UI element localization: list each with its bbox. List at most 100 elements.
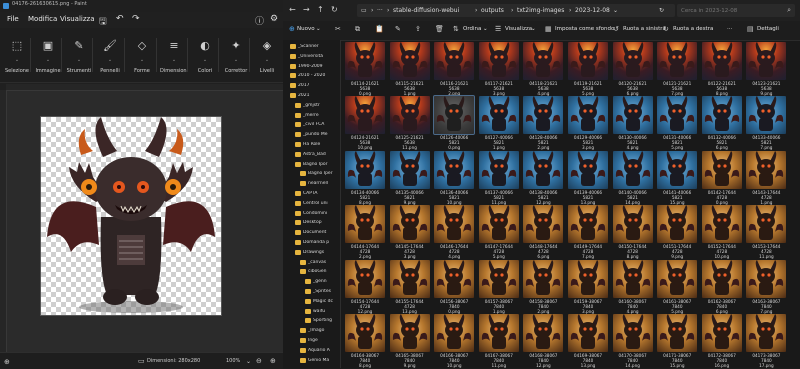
tree-folder-item[interactable]: CAPTA (295, 191, 340, 200)
tree-folder-item[interactable]: ciboGen (300, 269, 340, 278)
info-icon[interactable]: ⓘ (255, 14, 264, 27)
breadcrumb-item[interactable]: stable-diffusion-webui (393, 7, 459, 14)
file-tile[interactable]: 04156-38067 7840 0.png (432, 259, 476, 314)
file-tile[interactable]: 04132-40066 5821 6.png (700, 96, 744, 150)
file-tile[interactable]: 04153-17644 4728 11.png (744, 205, 788, 259)
undo-icon[interactable]: ↶ (116, 14, 124, 24)
tree-folder-item[interactable]: Astra_Bad (295, 151, 340, 161)
file-tile[interactable]: 04123-21621 5638 9.png (744, 42, 788, 96)
sort-dropdown-icon[interactable]: ⌄ (483, 26, 488, 32)
tree-folder-item[interactable]: 2021 (290, 93, 340, 102)
image-canvas[interactable] (40, 116, 222, 316)
ribbon-group-pennelli[interactable]: 🖌 ⌄ Pennelli (93, 28, 127, 82)
tree-folder-item[interactable]: nearrnell (300, 181, 340, 190)
file-tile[interactable]: 04118-21621 5638 4.png (521, 42, 565, 96)
file-tile[interactable]: 04133-40066 5821 7.png (744, 96, 788, 150)
file-tile[interactable]: 04158-38067 7840 2.png (521, 259, 565, 314)
file-tile[interactable]: 04148-17644 4728 6.png (521, 205, 565, 259)
tree-folder-item[interactable]: Bagno Ipor (295, 161, 340, 171)
search-input[interactable] (681, 6, 781, 15)
refresh-icon[interactable]: ↻ (659, 7, 664, 14)
chevron-down-icon[interactable]: ⌄ (250, 57, 284, 63)
rename-icon[interactable]: ✎ (395, 25, 401, 33)
file-tile[interactable]: 04128-40066 5821 2.png (521, 96, 565, 150)
file-tile[interactable]: 04165-38067 7840 9.png (388, 314, 432, 368)
ribbon-group-immagine[interactable]: ▣ ⌄ Immagine (31, 28, 65, 82)
file-tile[interactable]: 04141-40066 5821 15.png (655, 150, 699, 205)
tree-folder-item[interactable]: _Sprites (305, 289, 340, 298)
file-tile[interactable]: 04117-21621 5638 3.png (477, 42, 521, 96)
file-tile[interactable]: 04130-40066 5821 4.png (611, 96, 655, 150)
tree-folder-item[interactable]: _genn (305, 279, 340, 288)
tree-folder-item[interactable]: _Imago (300, 328, 340, 337)
computer-icon[interactable]: ▭ (361, 7, 367, 14)
details-icon[interactable]: ▤ (747, 25, 754, 33)
tree-folder-item[interactable]: Condomini (295, 210, 340, 220)
new-icon[interactable]: ⊕ (289, 25, 295, 33)
file-tile[interactable]: 04154-17644 4728 12.png (343, 259, 387, 314)
file-tile[interactable]: 04131-40066 5821 5.png (655, 96, 699, 150)
file-tile[interactable]: 04135-40066 5821 9.png (388, 150, 432, 205)
zoom-in-icon[interactable]: ⊕ (270, 357, 276, 365)
tree-folder-item[interactable]: Inge (300, 338, 340, 347)
rotate-left-button[interactable]: Ruota a sinistra (623, 26, 666, 32)
tree-folder-item[interactable]: _pundo Me (295, 132, 340, 141)
chevron-down-icon[interactable]: ⌄ (0, 57, 34, 63)
settings-icon[interactable]: ⚙ (270, 14, 278, 24)
zoom-level[interactable]: 100% (226, 358, 240, 364)
file-tile[interactable]: 04168-38067 7840 12.png (521, 314, 565, 368)
set-background-icon[interactable]: ▦ (545, 25, 552, 33)
sort-button[interactable]: Ordina (463, 26, 481, 32)
menu-file[interactable]: File (7, 15, 19, 23)
chevron-down-icon[interactable]: ⌄ (188, 57, 222, 63)
tree-folder-item[interactable]: Centrol uni (295, 200, 340, 210)
tree-folder-item[interactable]: _canvas (300, 259, 340, 269)
file-tile[interactable]: 04161-38067 7840 5.png (655, 259, 699, 314)
tree-folder-item[interactable]: Drawings (295, 249, 340, 259)
file-tile[interactable]: 04144-17644 4728 2.png (343, 205, 387, 259)
file-tile[interactable]: 04120-21621 5638 6.png (611, 42, 655, 96)
chevron-down-icon[interactable]: ⌄ (62, 57, 96, 63)
delete-icon[interactable]: 🗑 (435, 25, 444, 33)
back-icon[interactable]: ← (289, 5, 296, 14)
file-tile[interactable]: 04122-21621 5638 8.png (700, 42, 744, 96)
file-tile[interactable]: 04166-38067 7840 10.png (432, 314, 476, 368)
rotate-left-icon[interactable]: ↺ (613, 25, 619, 33)
breadcrumb-item[interactable]: outputs (481, 7, 504, 14)
tree-folder-item[interactable]: Bagno Iper (300, 171, 340, 180)
chevron-down-icon[interactable]: ⌄ (219, 57, 253, 63)
view-dropdown-icon[interactable]: ⌄ (531, 26, 536, 32)
tree-folder-item[interactable]: Domanda p (295, 240, 340, 249)
tree-folder-item[interactable]: waifu (305, 308, 340, 318)
menu-modifica[interactable]: Modifica (28, 15, 57, 23)
tree-folder-item[interactable]: _civil FCA (295, 122, 340, 131)
file-tile[interactable]: 04146-17644 4728 4.png (432, 205, 476, 259)
ribbon-group-forme[interactable]: ◇ ⌄ Forme (125, 28, 159, 82)
tree-folder-item[interactable]: Genio Ma (300, 357, 340, 367)
tree-folder-item[interactable]: Sporting (305, 318, 340, 327)
zoom-out-icon[interactable]: ⊖ (256, 357, 262, 365)
file-tile[interactable]: 04149-17644 4728 7.png (566, 205, 610, 259)
file-tile[interactable]: 04121-21621 5638 7.png (655, 42, 699, 96)
file-tile[interactable]: 04173-38067 7840 17.png (744, 314, 788, 368)
file-tile[interactable]: 04139-40066 5821 13.png (566, 150, 610, 205)
view-icon[interactable]: ☰ (495, 25, 501, 33)
cut-icon[interactable]: ✂ (335, 25, 341, 33)
ribbon-group-correttor[interactable]: ✦ ⌄ Correttor (219, 28, 253, 82)
menu-visualizza[interactable]: Visualizza (60, 15, 94, 23)
ribbon-group-dimensioni[interactable]: ≡ ⌄ Dimensioni (157, 28, 191, 82)
zoom-dropdown-icon[interactable]: ⌄ (246, 358, 251, 365)
breadcrumb-overflow[interactable]: ··· (377, 7, 383, 14)
search-box[interactable]: ⌕ (677, 4, 795, 17)
tree-folder-item[interactable]: _merre (295, 112, 340, 122)
file-tile[interactable]: 04167-38067 7840 11.png (477, 314, 521, 368)
file-tile[interactable]: 04160-38067 7840 4.png (611, 259, 655, 314)
file-tile[interactable]: 04124-21621 5638 10.png (343, 96, 387, 150)
file-tile[interactable]: 04126-40066 5821 0.png (432, 95, 476, 150)
tree-folder-item[interactable]: Aquario A (300, 347, 340, 357)
chevron-down-icon[interactable]: ⌄ (157, 57, 191, 63)
sort-icon[interactable]: ⇅ (453, 25, 459, 33)
file-tile[interactable]: 04142-17644 4728 0.png (700, 150, 744, 205)
file-tile[interactable]: 04171-38067 7840 15.png (655, 314, 699, 368)
tree-folder-item[interactable]: Desktop (295, 220, 340, 229)
